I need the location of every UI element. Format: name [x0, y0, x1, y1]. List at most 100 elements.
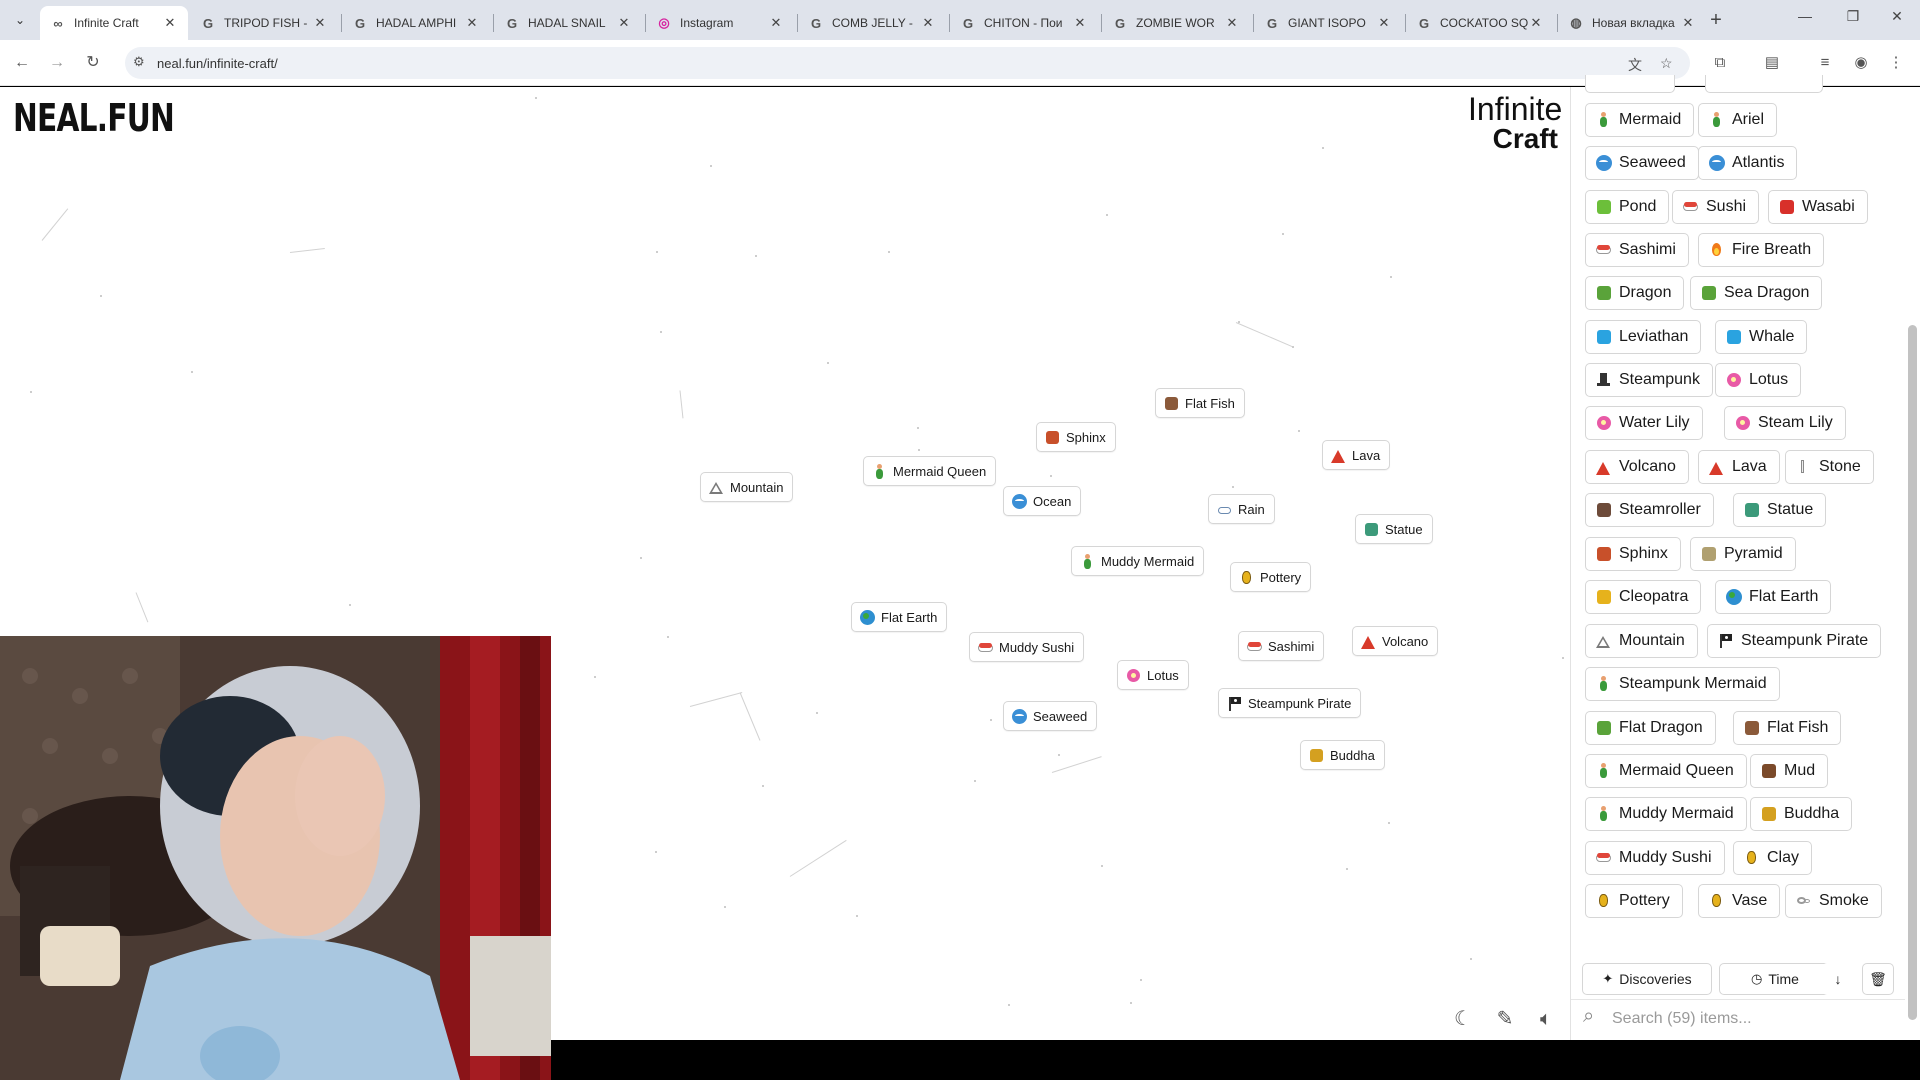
tab-close-icon[interactable]: ✕ — [1224, 15, 1240, 31]
tab-close-icon[interactable]: ✕ — [1528, 15, 1544, 31]
minimize-button[interactable]: — — [1785, 8, 1825, 32]
sidebar-item[interactable]: Vase — [1698, 884, 1781, 918]
canvas-item[interactable]: Lava — [1322, 440, 1391, 470]
sidebar-item[interactable]: Sashimi — [1585, 233, 1689, 267]
canvas-item[interactable]: Seaweed — [1003, 701, 1098, 731]
sidebar-item[interactable]: Water Lily — [1585, 406, 1703, 440]
canvas-item[interactable]: Ocean — [1003, 486, 1082, 516]
sidebar-item-partial[interactable] — [1585, 75, 1675, 93]
sidebar-item[interactable]: Flat Fish — [1733, 711, 1842, 745]
tab-5[interactable]: G COMB JELLY - ✕ — [798, 6, 946, 40]
sidebar-item[interactable]: Pyramid — [1690, 537, 1796, 571]
site-settings-icon[interactable]: ⚙ — [133, 54, 145, 70]
sidebar-item[interactable]: Leviathan — [1585, 320, 1702, 354]
browser-menu-icon[interactable]: ⋮ — [1884, 51, 1908, 75]
sidebar-item[interactable]: Mermaid — [1585, 103, 1695, 137]
sidebar-item[interactable]: Steam Lily — [1724, 406, 1846, 440]
tab-close-icon[interactable]: ✕ — [162, 15, 178, 31]
tab-close-icon[interactable]: ✕ — [920, 15, 936, 31]
canvas-item[interactable]: Statue — [1355, 514, 1433, 544]
sidebar-item[interactable]: Ariel — [1698, 103, 1778, 137]
close-window-button[interactable]: ✕ — [1877, 8, 1917, 32]
tab-0[interactable]: ∞ Infinite Craft ✕ — [40, 6, 188, 40]
tab-close-icon[interactable]: ✕ — [1072, 15, 1088, 31]
sort-time-button[interactable]: ◷ Time — [1719, 963, 1831, 995]
neal-fun-logo[interactable]: NEAL.FUN — [13, 96, 175, 140]
profile-icon[interactable]: ◉ — [1849, 51, 1873, 75]
sidebar-item[interactable]: Steampunk Mermaid — [1585, 667, 1780, 701]
extensions-icon[interactable]: ⧉ — [1708, 51, 1732, 75]
tab-close-icon[interactable]: ✕ — [312, 15, 328, 31]
tab-3[interactable]: G HADAL SNAIL ✕ — [494, 6, 642, 40]
sidebar-item[interactable]: Lotus — [1715, 363, 1802, 397]
sidebar-item[interactable]: Mud — [1750, 754, 1829, 788]
sidebar-item[interactable]: Seaweed — [1585, 146, 1699, 180]
sidebar-scrollbar-thumb[interactable] — [1908, 325, 1917, 1020]
tab-6[interactable]: G CHITON - Пои ✕ — [950, 6, 1098, 40]
canvas-item[interactable]: Flat Earth — [851, 602, 948, 632]
sidebar-item[interactable]: Dragon — [1585, 276, 1685, 310]
sort-direction-arrow-icon[interactable]: ↓ — [1822, 963, 1854, 995]
sidebar-item[interactable]: Muddy Sushi — [1585, 841, 1725, 875]
tab-close-icon[interactable]: ✕ — [616, 15, 632, 31]
sidebar-item-partial[interactable] — [1705, 75, 1823, 93]
canvas-item[interactable]: Steampunk Pirate — [1218, 688, 1362, 718]
canvas-item[interactable]: Mountain — [700, 472, 794, 502]
canvas-item[interactable]: Mermaid Queen — [863, 456, 997, 486]
dark-mode-moon-icon[interactable]: ☾ — [1450, 1006, 1476, 1032]
tab-9[interactable]: G COCKATOO SQ ✕ — [1406, 6, 1554, 40]
sidebar-item[interactable]: Stone — [1785, 450, 1874, 484]
sidebar-item[interactable]: Buddha — [1750, 797, 1853, 831]
bookmark-star-icon[interactable]: ☆ — [1660, 55, 1673, 72]
canvas-item[interactable]: Pottery — [1230, 562, 1312, 592]
sidebar-item[interactable]: Cleopatra — [1585, 580, 1702, 614]
sidebar-item[interactable]: Sphinx — [1585, 537, 1681, 571]
tab-1[interactable]: G TRIPOD FISH - ✕ — [190, 6, 338, 40]
sidebar-item[interactable]: Pond — [1585, 190, 1670, 224]
new-tab-button[interactable]: + — [1704, 8, 1728, 32]
tab-4[interactable]: ◎ Instagram ✕ — [646, 6, 794, 40]
sidebar-item[interactable]: Mountain — [1585, 624, 1698, 658]
sidebar-item[interactable]: Flat Earth — [1715, 580, 1832, 614]
sidebar-item[interactable]: Steamroller — [1585, 493, 1714, 527]
canvas-item[interactable]: Sashimi — [1238, 631, 1325, 661]
search-input[interactable] — [1612, 1008, 1892, 1030]
sidebar-item[interactable]: Wasabi — [1768, 190, 1868, 224]
tab-search-chevron-icon[interactable]: ⌄ — [8, 8, 32, 32]
tab-7[interactable]: G ZOMBIE WOR ✕ — [1102, 6, 1250, 40]
canvas-item[interactable]: Volcano — [1352, 626, 1439, 656]
sidebar-item[interactable]: Sushi — [1672, 190, 1760, 224]
back-arrow-icon[interactable]: ← — [10, 51, 34, 75]
canvas-item[interactable]: Sphinx — [1036, 422, 1116, 452]
tab-close-icon[interactable]: ✕ — [1680, 15, 1696, 31]
tab-close-icon[interactable]: ✕ — [768, 15, 784, 31]
tab-close-icon[interactable]: ✕ — [1376, 15, 1392, 31]
canvas-item[interactable]: Muddy Mermaid — [1071, 546, 1205, 576]
sidebar-item[interactable]: Steampunk Pirate — [1707, 624, 1882, 658]
sidebar-item[interactable]: Sea Dragon — [1690, 276, 1823, 310]
sidebar-item[interactable]: Fire Breath — [1698, 233, 1825, 267]
canvas-item[interactable]: Buddha — [1300, 740, 1385, 770]
sidebar-item[interactable]: Mermaid Queen — [1585, 754, 1747, 788]
forward-arrow-icon[interactable]: → — [45, 51, 69, 75]
sidebar-item[interactable]: Volcano — [1585, 450, 1689, 484]
delete-trash-icon[interactable]: 🗑︎ — [1862, 963, 1894, 995]
canvas-item[interactable]: Muddy Sushi — [969, 632, 1085, 662]
sort-discoveries-button[interactable]: ✦ Discoveries — [1582, 963, 1712, 995]
sidebar-item[interactable]: Clay — [1733, 841, 1813, 875]
sidebar-item[interactable]: Steampunk — [1585, 363, 1713, 397]
sidebar-item[interactable]: Atlantis — [1698, 146, 1798, 180]
sidebar-item[interactable]: Muddy Mermaid — [1585, 797, 1747, 831]
sidebar-item[interactable]: Flat Dragon — [1585, 711, 1716, 745]
reload-icon[interactable]: ↻ — [81, 51, 105, 75]
reading-mode-icon[interactable]: ▤ — [1760, 51, 1784, 75]
tab-8[interactable]: G GIANT ISOPO ✕ — [1254, 6, 1402, 40]
canvas-item[interactable]: Lotus — [1117, 660, 1189, 690]
translate-icon[interactable]: 文 — [1628, 55, 1642, 75]
tab-2[interactable]: G HADAL AMPHI ✕ — [342, 6, 490, 40]
tab-close-icon[interactable]: ✕ — [464, 15, 480, 31]
clear-broom-icon[interactable]: ✎ — [1492, 1006, 1518, 1032]
tab-10[interactable]: ◍ Новая вкладка ✕ — [1558, 6, 1706, 40]
address-bar[interactable]: ⚙ neal.fun/infinite-craft/ 文 ☆ — [125, 47, 1690, 79]
sound-speaker-icon[interactable]: 🔈︎ — [1533, 1006, 1559, 1032]
